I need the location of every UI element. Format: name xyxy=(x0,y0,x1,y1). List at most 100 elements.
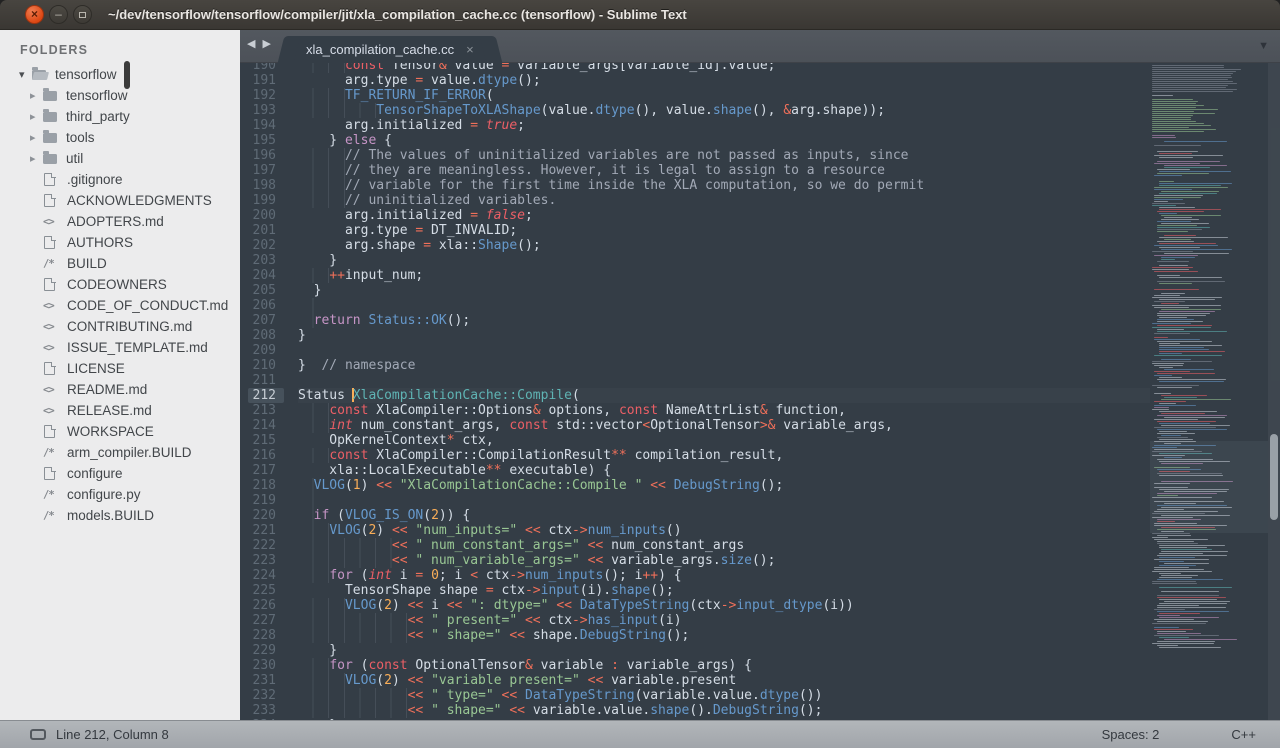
sidebar-item-tools[interactable]: ▸tools xyxy=(0,127,240,148)
code-line-217[interactable]: xla::LocalExecutable** executable) { xyxy=(298,463,1150,478)
sidebar-item-readme-md[interactable]: <>README.md xyxy=(0,379,240,400)
expand-icon[interactable]: ▸ xyxy=(30,131,43,144)
sidebar-item--gitignore[interactable]: .gitignore xyxy=(0,169,240,190)
tab-close-icon[interactable]: × xyxy=(466,43,474,56)
code-line-207[interactable]: return Status::OK(); xyxy=(298,313,1150,328)
sidebar-item-workspace[interactable]: WORKSPACE xyxy=(0,421,240,442)
tab-xla-compilation-cache[interactable]: xla_compilation_cache.cc × xyxy=(288,36,492,63)
window-maximize-button[interactable] xyxy=(73,5,92,24)
sidebar-item-authors[interactable]: AUTHORS xyxy=(0,232,240,253)
code-line-191[interactable]: arg.type = value.dtype(); xyxy=(298,73,1150,88)
code-line-215[interactable]: OpKernelContext* ctx, xyxy=(298,433,1150,448)
code-line-233[interactable]: << " shape=" << variable.value.shape().D… xyxy=(298,703,1150,718)
markdown-file-icon: <> xyxy=(43,342,59,354)
code-line-224[interactable]: for (int i = 0; i < ctx->num_inputs(); i… xyxy=(298,568,1150,583)
sidebar-item-adopters-md[interactable]: <>ADOPTERS.md xyxy=(0,211,240,232)
sidebar-item-acknowledgments[interactable]: ACKNOWLEDGMENTS xyxy=(0,190,240,211)
code-line-221[interactable]: VLOG(2) << "num_inputs=" << ctx->num_inp… xyxy=(298,523,1150,538)
code-line-208[interactable]: } xyxy=(298,328,1150,343)
code-line-203[interactable]: } xyxy=(298,253,1150,268)
expand-icon[interactable]: ▸ xyxy=(30,110,43,123)
code-wrap: 1901911921931941951961971981992002012022… xyxy=(240,63,1150,720)
code-line-216[interactable]: const XlaCompiler::CompilationResult** c… xyxy=(298,448,1150,463)
sidebar-item-tensorflow[interactable]: ▸tensorflow xyxy=(0,85,240,106)
code-line-210[interactable]: } // namespace xyxy=(298,358,1150,373)
code-line-193[interactable]: TensorShapeToXLAShape(value.dtype(), val… xyxy=(298,103,1150,118)
sidebar-item-arm-compiler-build[interactable]: /*arm_compiler.BUILD xyxy=(0,442,240,463)
code-line-225[interactable]: TensorShape shape = ctx->input(i).shape(… xyxy=(298,583,1150,598)
sidebar-item-tensorflow[interactable]: ▾tensorflow xyxy=(0,64,240,85)
code-line-220[interactable]: if (VLOG_IS_ON(2)) { xyxy=(298,508,1150,523)
code-line-201[interactable]: arg.type = DT_INVALID; xyxy=(298,223,1150,238)
code-line-214[interactable]: int num_constant_args, const std::vector… xyxy=(298,418,1150,433)
code-line-194[interactable]: arg.initialized = true; xyxy=(298,118,1150,133)
collapse-icon[interactable]: ▾ xyxy=(19,68,32,81)
tab-label: xla_compilation_cache.cc xyxy=(306,42,454,57)
item-label: ADOPTERS.md xyxy=(67,214,164,229)
code-line-192[interactable]: TF_RETURN_IF_ERROR( xyxy=(298,88,1150,103)
code-line-212[interactable]: Status XlaCompilationCache::Compile( xyxy=(298,388,1150,403)
sidebar-item-configure-py[interactable]: /*configure.py xyxy=(0,484,240,505)
code-line-205[interactable]: } xyxy=(298,283,1150,298)
code-line-197[interactable]: // they are meaningless. However, it is … xyxy=(298,163,1150,178)
code-line-198[interactable]: // variable for the first time inside th… xyxy=(298,178,1150,193)
minimap[interactable] xyxy=(1150,63,1268,720)
code-line-196[interactable]: // The values of uninitialized variables… xyxy=(298,148,1150,163)
code-line-231[interactable]: VLOG(2) << "variable present=" << variab… xyxy=(298,673,1150,688)
code-editor[interactable]: 1901911921931941951961971981992002012022… xyxy=(240,63,1280,720)
window-minimize-button[interactable]: – xyxy=(49,5,68,24)
minimize-icon: – xyxy=(55,8,62,20)
scrollbar-track[interactable] xyxy=(1268,63,1280,720)
code-line-211[interactable] xyxy=(298,373,1150,388)
expand-icon[interactable]: ▸ xyxy=(30,152,43,165)
sidebar-item-models-build[interactable]: /* models.BUILD xyxy=(0,505,240,526)
status-panel-toggle-icon[interactable] xyxy=(30,729,46,740)
tabs-next-icon[interactable]: ▶ xyxy=(262,39,270,50)
code-line-218[interactable]: VLOG(1) << "XlaCompilationCache::Compile… xyxy=(298,478,1150,493)
sidebar-item-license[interactable]: LICENSE xyxy=(0,358,240,379)
sidebar-item-code-of-conduct-md[interactable]: <>CODE_OF_CONDUCT.md xyxy=(0,295,240,316)
tabs-prev-icon[interactable]: ◀ xyxy=(247,39,255,50)
tabs-overflow-icon[interactable]: ▼ xyxy=(1258,40,1269,52)
code-line-195[interactable]: } else { xyxy=(298,133,1150,148)
code-line-199[interactable]: // uninitialized variables. xyxy=(298,193,1150,208)
code-line-202[interactable]: arg.shape = xla::Shape(); xyxy=(298,238,1150,253)
code-line-190[interactable]: const Tensor& value = variable_args[vari… xyxy=(298,63,1150,73)
sidebar-item-issue-template-md[interactable]: <>ISSUE_TEMPLATE.md xyxy=(0,337,240,358)
code-line-226[interactable]: VLOG(2) << i << ": dtype=" << DataTypeSt… xyxy=(298,598,1150,613)
item-label: configure xyxy=(67,466,123,481)
indent-setting[interactable]: Spaces: 2 xyxy=(1102,727,1160,742)
scrollbar-thumb[interactable] xyxy=(1270,434,1278,520)
code-line-219[interactable] xyxy=(298,493,1150,508)
code-line-232[interactable]: << " type=" << DataTypeString(variable.v… xyxy=(298,688,1150,703)
code-line-234[interactable]: } xyxy=(298,718,1150,720)
expand-icon[interactable]: ▸ xyxy=(30,89,43,102)
item-label: models.BUILD xyxy=(67,508,154,523)
code-line-200[interactable]: arg.initialized = false; xyxy=(298,208,1150,223)
item-label: RELEASE.md xyxy=(67,403,152,418)
code-line-223[interactable]: << " num_variable_args=" << variable_arg… xyxy=(298,553,1150,568)
sidebar-item-configure[interactable]: configure xyxy=(0,463,240,484)
markdown-file-icon: <> xyxy=(43,384,59,396)
code-line-228[interactable]: << " shape=" << shape.DebugString(); xyxy=(298,628,1150,643)
code-line-229[interactable]: } xyxy=(298,643,1150,658)
code-line-209[interactable] xyxy=(298,343,1150,358)
code-line-230[interactable]: for (const OptionalTensor& variable : va… xyxy=(298,658,1150,673)
sidebar-item-contributing-md[interactable]: <>CONTRIBUTING.md xyxy=(0,316,240,337)
window-close-button[interactable]: × xyxy=(25,5,44,24)
code-area[interactable]: const Tensor& value = variable_args[vari… xyxy=(284,63,1150,720)
code-line-227[interactable]: << " present=" << ctx->has_input(i) xyxy=(298,613,1150,628)
code-line-213[interactable]: const XlaCompiler::Options& options, con… xyxy=(298,403,1150,418)
build-file-icon: /* xyxy=(43,510,59,522)
sidebar-item-util[interactable]: ▸util xyxy=(0,148,240,169)
syntax-selector[interactable]: C++ xyxy=(1231,727,1256,742)
sidebar-item-build[interactable]: /*BUILD xyxy=(0,253,240,274)
sidebar-item-third-party[interactable]: ▸third_party xyxy=(0,106,240,127)
code-line-222[interactable]: << " num_constant_args=" << num_constant… xyxy=(298,538,1150,553)
item-label: BUILD xyxy=(67,256,107,271)
code-line-206[interactable] xyxy=(298,298,1150,313)
sidebar-item-codeowners[interactable]: CODEOWNERS xyxy=(0,274,240,295)
sidebar-item-release-md[interactable]: <>RELEASE.md xyxy=(0,400,240,421)
line-number-gutter: 1901911921931941951961971981992002012022… xyxy=(240,63,284,720)
code-line-204[interactable]: ++input_num; xyxy=(298,268,1150,283)
